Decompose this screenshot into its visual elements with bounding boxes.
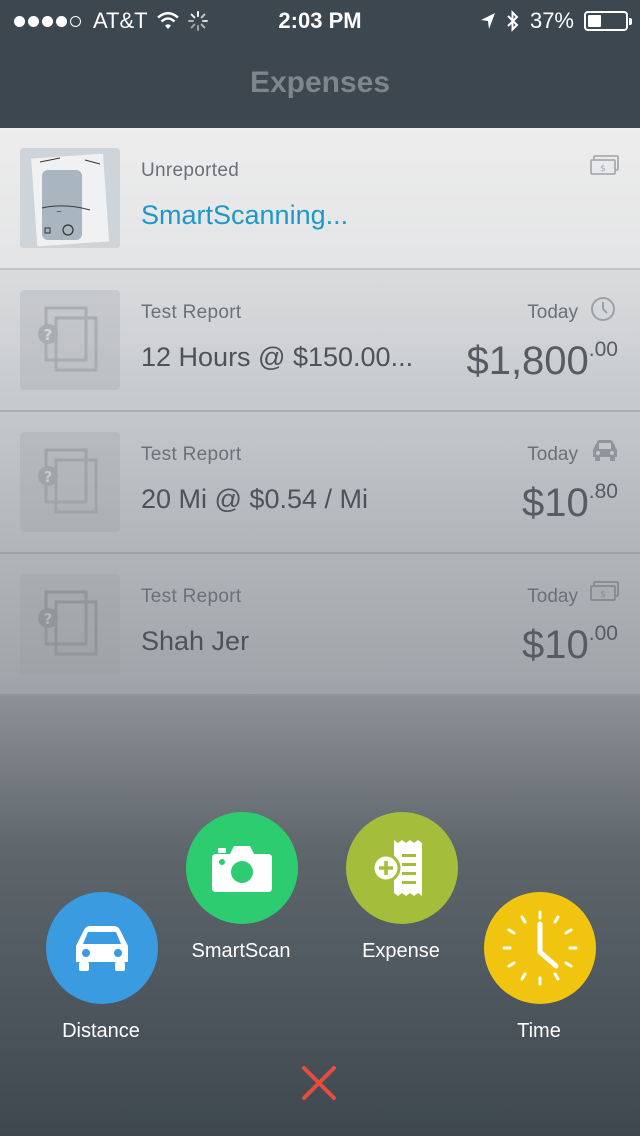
- car-icon: [76, 926, 128, 971]
- svg-text:?: ?: [44, 468, 53, 486]
- svg-text:$: $: [600, 164, 606, 174]
- car-icon: [590, 438, 618, 462]
- distance-button[interactable]: [46, 892, 158, 1004]
- cash-icon: $: [590, 154, 619, 178]
- receipt-placeholder-icon: ?: [20, 574, 120, 674]
- expense-report-name: Test Report: [141, 586, 242, 607]
- expense-report-name: Test Report: [141, 302, 242, 323]
- receipt-placeholder-icon: ?: [20, 432, 120, 532]
- bluetooth-icon: [507, 10, 519, 32]
- time-label[interactable]: Time: [459, 1020, 619, 1043]
- expense-description: 12 Hours @ $150.00...: [141, 342, 414, 372]
- smartscan-button[interactable]: [186, 812, 298, 924]
- close-button[interactable]: [300, 1064, 338, 1102]
- expense-date: Today: [527, 444, 578, 465]
- status-bar: AT&T 2:03 PM 37%: [0, 0, 640, 40]
- page-title: Expenses: [249, 66, 391, 99]
- time-button[interactable]: [484, 892, 596, 1004]
- close-icon: [302, 1066, 336, 1100]
- expense-button[interactable]: [346, 812, 458, 924]
- expense-amount: $1,800.00: [466, 338, 618, 383]
- svg-text:?: ?: [44, 610, 53, 628]
- expense-label[interactable]: Expense: [321, 940, 481, 963]
- receipt-placeholder-icon: ?: [20, 290, 120, 390]
- expense-description: 20 Mi @ $0.54 / Mi: [141, 484, 368, 514]
- camera-icon: [212, 846, 272, 892]
- battery-percent: 37%: [529, 8, 574, 33]
- clock-icon: [590, 296, 618, 321]
- expense-report-name: Test Report: [141, 444, 242, 465]
- expense-date: Today: [527, 586, 578, 607]
- svg-text:?: ?: [44, 326, 53, 344]
- receipt-photo-icon: ~: [20, 148, 120, 248]
- clock-icon: [502, 910, 578, 986]
- expense-date: Today: [527, 302, 578, 323]
- expense-report-name: Unreported: [141, 160, 240, 181]
- status-right: 37%: [480, 8, 632, 34]
- smartscan-label[interactable]: SmartScan: [161, 940, 321, 963]
- top-bar: AT&T 2:03 PM 37% Expenses: [0, 0, 640, 128]
- receipt-thumbnail: ~: [20, 148, 120, 248]
- expense-amount: $10.00: [522, 622, 618, 667]
- expense-row[interactable]: ? Test Report 20 Mi @ $0.54 / Mi Today $…: [0, 412, 640, 554]
- receipt-add-icon: [371, 840, 422, 896]
- cash-icon: $: [590, 580, 619, 604]
- distance-label[interactable]: Distance: [21, 1020, 181, 1043]
- expense-row[interactable]: ? Test Report 12 Hours @ $150.00... Toda…: [0, 270, 640, 412]
- battery-icon: [584, 11, 632, 31]
- expense-list: ~ Unreported SmartScanning... $ ? Test R…: [0, 128, 640, 696]
- expense-amount: $10.80: [522, 480, 618, 525]
- expense-description: SmartScanning...: [141, 200, 349, 230]
- svg-text:$: $: [600, 590, 606, 600]
- expense-row[interactable]: ? Test Report Shah Jer Today $ $10.00: [0, 554, 640, 696]
- location-arrow-icon: [480, 13, 495, 29]
- svg-text:~: ~: [56, 208, 62, 216]
- expense-description: Shah Jer: [141, 626, 250, 656]
- expense-row-scanning[interactable]: ~ Unreported SmartScanning... $: [0, 128, 640, 270]
